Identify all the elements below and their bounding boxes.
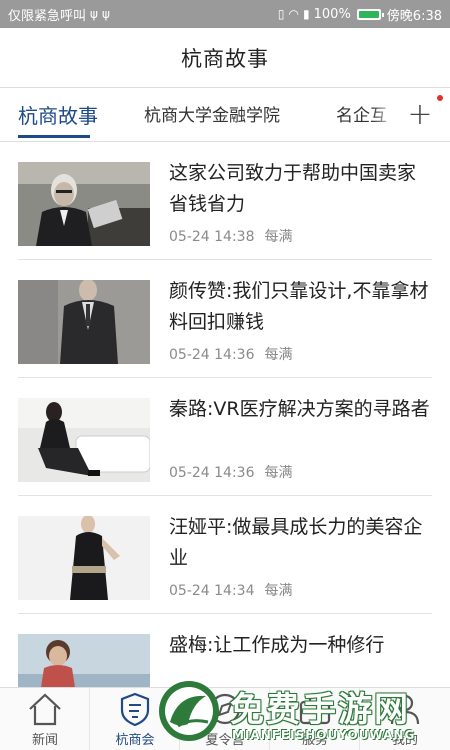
compass-icon	[209, 693, 241, 725]
article-item[interactable]: 盛梅:让工作成为一种修行	[18, 614, 432, 687]
wifi-icon: ◠	[288, 7, 300, 21]
nav-label: 服务	[301, 733, 328, 748]
article-time: 05-24 14:34	[169, 583, 255, 599]
category-tabs: 杭商故事 杭商大学金融学院 名企互	[0, 88, 392, 141]
nav-news[interactable]: 新闻	[0, 688, 90, 750]
article-thumbnail	[18, 634, 150, 687]
man-in-suit-photo	[18, 280, 150, 364]
man-with-glasses-photo	[18, 162, 150, 246]
woman-on-sofa-photo	[18, 398, 150, 482]
article-time: 05-24 14:38	[169, 229, 255, 245]
article-title: 颜传赞:我们只靠设计,不靠拿材料回扣赚钱	[169, 280, 429, 333]
article-meta: 05-24 14:36 每满	[169, 462, 292, 482]
status-bar: 仅限紧急呼叫 ψ ψ ▯ ◠ ▮ 100% 傍晚6:38	[0, 0, 450, 28]
article-item[interactable]: 颜传赞:我们只靠设计,不靠拿材料回扣赚钱 05-24 14:36 每满	[18, 260, 432, 378]
article-thumbnail	[18, 162, 150, 246]
article-source: 每满	[264, 229, 293, 245]
tab-hangshang-stories[interactable]: 杭商故事	[18, 88, 98, 141]
usb-icon: ψ	[101, 7, 110, 21]
article-item[interactable]: 汪娅平:做最具成长力的美容企业 05-24 14:34 每满	[18, 496, 432, 614]
article-source: 每满	[264, 347, 293, 363]
status-right: ▯ ◠ ▮ 100% 傍晚6:38	[278, 5, 442, 24]
article-title: 秦路:VR医疗解决方案的寻路者	[169, 398, 430, 420]
usb-icon: ψ	[90, 7, 98, 21]
tab-fade	[372, 88, 396, 141]
battery-percent: 100%	[313, 6, 351, 22]
nav-label: 我的	[391, 733, 418, 748]
shield-icon	[120, 692, 150, 726]
battery-icon	[356, 8, 384, 20]
article-item[interactable]: 这家公司致力于帮助中国卖家省钱省力 05-24 14:38 每满	[18, 142, 432, 260]
page-title: 杭商故事	[181, 46, 269, 71]
house-icon	[29, 693, 61, 726]
nav-label: 新闻	[31, 733, 58, 748]
article-thumbnail	[18, 516, 150, 600]
article-thumbnail	[18, 280, 150, 364]
battery-fill	[358, 10, 379, 18]
nav-summer-camp[interactable]: 夏令营	[180, 688, 270, 750]
bottom-navigation: 新闻 杭商会 夏令营 服务 我的	[0, 687, 450, 750]
carrier-text: 仅限紧急呼叫	[8, 8, 87, 24]
add-tab-button[interactable]: +	[398, 90, 442, 140]
nav-mine[interactable]: 我的	[360, 688, 450, 750]
category-tab-strip: 杭商故事 杭商大学金融学院 名企互 +	[0, 88, 450, 142]
article-meta: 05-24 14:38 每满	[169, 226, 292, 246]
woman-in-black-dress-photo	[18, 516, 150, 600]
article-title: 这家公司致力于帮助中国卖家省钱省力	[169, 162, 417, 215]
nav-label: 杭商会	[115, 733, 155, 748]
person-icon	[390, 694, 420, 725]
woman-seaside-photo	[18, 634, 150, 687]
sim-icon: ▮	[303, 7, 310, 21]
article-source: 每满	[264, 583, 293, 599]
notification-dot	[437, 95, 443, 101]
active-tab-indicator	[18, 135, 90, 138]
tab-finance-college[interactable]: 杭商大学金融学院	[144, 88, 280, 141]
article-time: 05-24 14:36	[169, 347, 255, 363]
article-title: 汪娅平:做最具成长力的美容企业	[169, 516, 423, 569]
article-list[interactable]: 这家公司致力于帮助中国卖家省钱省力 05-24 14:38 每满 颜传赞:我们只靠…	[0, 142, 450, 687]
status-left: 仅限紧急呼叫 ψ ψ	[8, 5, 110, 24]
nav-label: 夏令营	[205, 733, 245, 748]
article-source: 每满	[264, 465, 293, 481]
nav-chamber[interactable]: 杭商会	[90, 688, 180, 750]
article-thumbnail	[18, 398, 150, 482]
nav-services[interactable]: 服务	[270, 688, 360, 750]
vibrate-icon: ▯	[277, 7, 285, 21]
article-meta: 05-24 14:34 每满	[169, 580, 292, 600]
article-meta: 05-24 14:36 每满	[169, 344, 292, 364]
article-item[interactable]: 秦路:VR医疗解决方案的寻路者 05-24 14:36 每满	[18, 378, 432, 496]
title-bar: 杭商故事	[0, 28, 450, 88]
briefcase-icon	[299, 695, 331, 725]
article-title: 盛梅:让工作成为一种修行	[169, 634, 385, 656]
article-time: 05-24 14:36	[169, 465, 255, 481]
clock: 傍晚6:38	[386, 8, 442, 24]
